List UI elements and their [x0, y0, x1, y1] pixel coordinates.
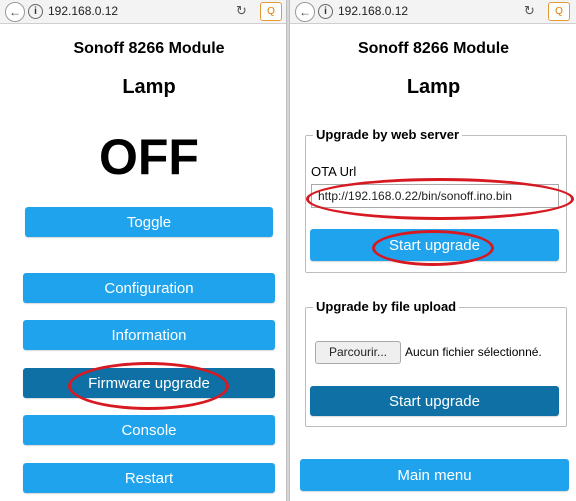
- back-arrow-icon[interactable]: ←: [295, 2, 315, 22]
- right-browser-window: ← i 192.168.0.12 ↻ Q Sonoff 8266 Module …: [289, 0, 576, 501]
- url-text[interactable]: 192.168.0.12: [338, 4, 408, 18]
- configuration-button[interactable]: Configuration: [23, 273, 275, 303]
- reload-icon[interactable]: ↻: [524, 3, 535, 19]
- toggle-button[interactable]: Toggle: [25, 207, 273, 237]
- search-icon[interactable]: Q: [548, 2, 570, 21]
- firmware-upgrade-button[interactable]: Firmware upgrade: [23, 368, 275, 398]
- power-state: OFF: [99, 129, 199, 185]
- module-title: Sonoff 8266 Module: [73, 40, 225, 57]
- url-text[interactable]: 192.168.0.12: [48, 4, 118, 18]
- back-arrow-icon[interactable]: ←: [5, 2, 25, 22]
- restart-button[interactable]: Restart: [23, 463, 275, 493]
- info-icon[interactable]: i: [318, 4, 333, 19]
- file-upload-legend: Upgrade by file upload: [313, 299, 460, 314]
- ota-url-label: OTA Url: [311, 164, 357, 179]
- info-icon[interactable]: i: [28, 4, 43, 19]
- ota-url-input[interactable]: http://192.168.0.22/bin/sonoff.ino.bin: [311, 184, 559, 208]
- main-menu-button[interactable]: Main menu: [300, 459, 569, 491]
- browse-file-button[interactable]: Parcourir...: [315, 341, 401, 364]
- search-icon[interactable]: Q: [260, 2, 282, 21]
- address-bar: ← i 192.168.0.12 ↻ Q: [0, 0, 286, 24]
- address-bar: ← i 192.168.0.12 ↻ Q: [290, 0, 576, 24]
- left-browser-window: ← i 192.168.0.12 ↻ Q Sonoff 8266 Module …: [0, 0, 287, 501]
- start-upgrade-web-button[interactable]: Start upgrade: [310, 229, 559, 261]
- device-name: Lamp: [406, 76, 461, 98]
- web-server-legend: Upgrade by web server: [313, 127, 463, 142]
- device-name: Lamp: [122, 76, 176, 98]
- no-file-selected-text: Aucun fichier sélectionné.: [405, 345, 542, 359]
- console-button[interactable]: Console: [23, 415, 275, 445]
- start-upgrade-file-button[interactable]: Start upgrade: [310, 386, 559, 416]
- reload-icon[interactable]: ↻: [236, 3, 247, 19]
- module-title: Sonoff 8266 Module: [357, 40, 510, 57]
- information-button[interactable]: Information: [23, 320, 275, 350]
